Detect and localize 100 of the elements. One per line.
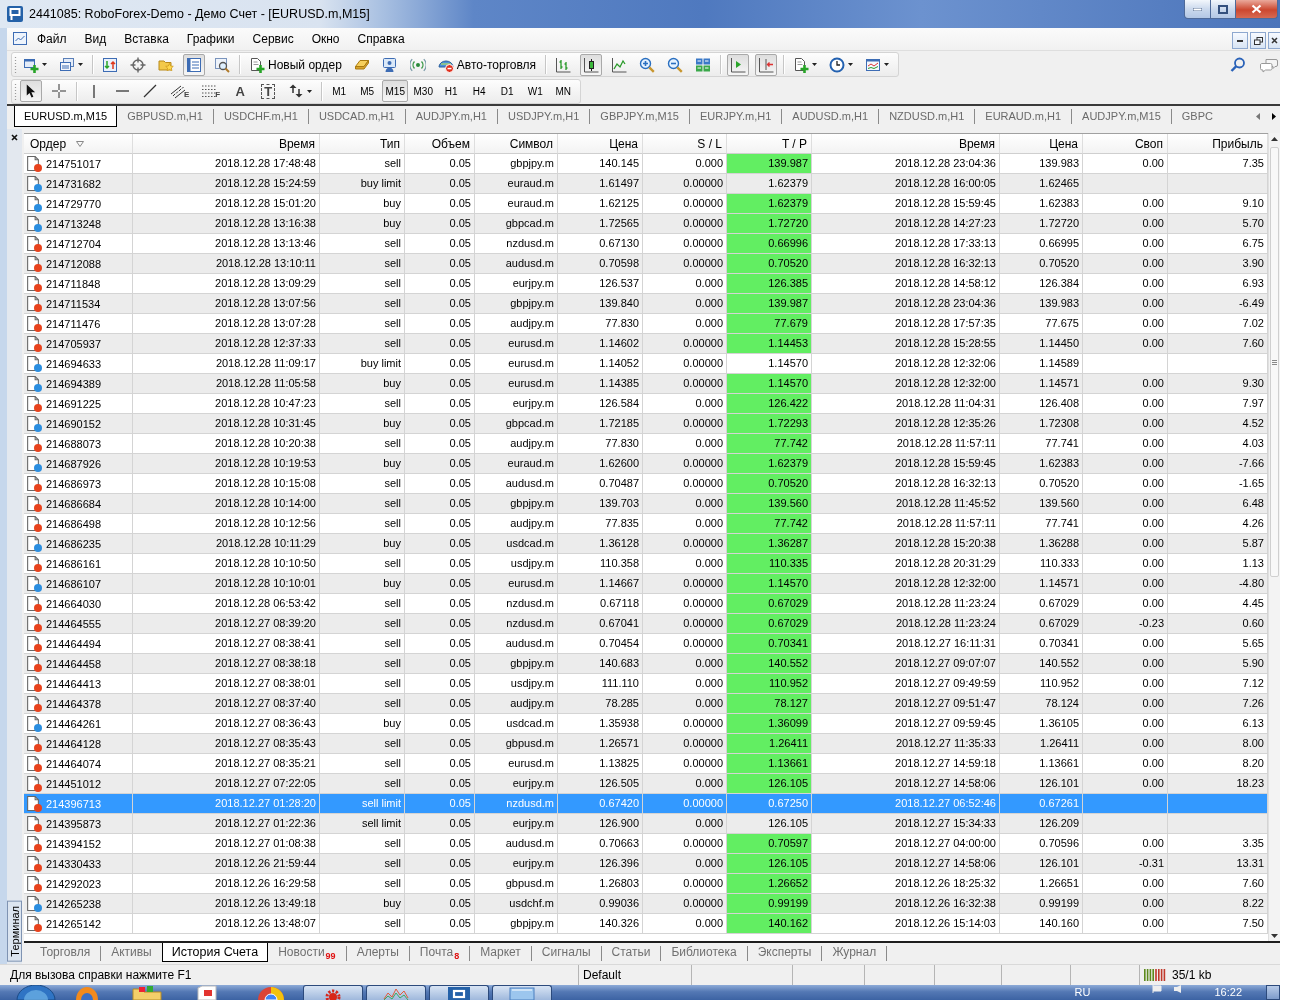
panel-tab[interactable]: Сигналы bbox=[531, 943, 601, 962]
chart-tab[interactable]: AUDJPY.m,M15 bbox=[1072, 106, 1171, 127]
table-row[interactable]: 214464555 2018.12.27 08:39:20 sell 0.05 nzdusd.m 0.67041 0.00000 0.67029 2018.12.28 11:23:24 0.67029 -0.23 0.60 bbox=[24, 614, 1268, 634]
chat-icon[interactable] bbox=[1260, 56, 1278, 73]
column-header[interactable]: Цена bbox=[1000, 134, 1083, 154]
chart-tab[interactable]: EURJPY.m,H1 bbox=[690, 106, 782, 127]
column-header[interactable]: Ордер bbox=[24, 134, 133, 154]
toolbar-button[interactable]: E bbox=[167, 80, 193, 102]
table-row[interactable]: 214464458 2018.12.27 08:38:18 sell 0.05 gbpjpy.m 140.683 0.000 140.552 2018.12.27 09:07:07 140.552 0.00 5.90 bbox=[24, 654, 1268, 674]
close-button[interactable] bbox=[1235, 0, 1278, 19]
flag-icon[interactable] bbox=[1152, 985, 1163, 993]
close-icon[interactable] bbox=[11, 134, 18, 141]
toolbar-button[interactable]: Авто-торговля bbox=[434, 53, 540, 76]
restore-button[interactable] bbox=[1250, 32, 1266, 49]
table-row[interactable]: 214464378 2018.12.27 08:37:40 sell 0.05 audjpy.m 78.285 0.000 78.127 2018.12.27 09:51:47 78.124 0.00 7.26 bbox=[24, 694, 1268, 714]
panel-tab[interactable]: История Счета bbox=[161, 943, 269, 962]
chart-tab[interactable]: NZDUSD.m,H1 bbox=[879, 106, 975, 127]
timeframe-button[interactable]: MN bbox=[550, 80, 577, 102]
table-row[interactable]: 214694389 2018.12.28 11:05:58 buy 0.05 eurusd.m 1.14385 0.00000 1.14570 2018.12.28 12:32:00 1.14571 0.00 9.30 bbox=[24, 374, 1268, 394]
menu-item[interactable]: Окно bbox=[302, 30, 349, 48]
table-row[interactable]: 214395873 2018.12.27 01:22:36 sell limit 0.05 eurjpy.m 126.900 0.000 126.105 2018.12.27 15:34:33 126.209 bbox=[24, 814, 1268, 834]
panel-tab[interactable]: Маркет bbox=[470, 943, 531, 962]
chart-tab[interactable]: USDCAD.m,H1 bbox=[308, 106, 405, 127]
table-row[interactable]: 214731682 2018.12.28 15:24:59 buy limit 0.05 euraud.m 1.61497 0.00000 1.62379 2018.12.28 16:00:05 1.62465 bbox=[24, 174, 1268, 194]
toolbar-button[interactable] bbox=[755, 53, 778, 76]
folder-icon[interactable] bbox=[131, 985, 163, 1000]
panel-tab[interactable]: Журнал bbox=[822, 943, 887, 962]
close-button[interactable] bbox=[1268, 32, 1280, 49]
toolbar-button[interactable] bbox=[727, 53, 750, 76]
scroll-up-icon[interactable] bbox=[1271, 137, 1278, 141]
timeframe-button[interactable]: W1 bbox=[522, 80, 549, 102]
menu-item[interactable]: Справка bbox=[348, 30, 414, 48]
column-header[interactable]: T / P bbox=[727, 134, 812, 154]
toolbar-button[interactable]: Новый ордер bbox=[246, 53, 345, 76]
chart-tab[interactable]: EURUSD.m,M15 bbox=[14, 106, 118, 127]
timeframe-button[interactable]: M5 bbox=[354, 80, 381, 102]
search-icon[interactable] bbox=[1230, 56, 1246, 73]
toolbar-button[interactable]: A bbox=[229, 80, 252, 102]
table-row[interactable]: 214265238 2018.12.26 13:49:18 buy 0.05 usdchf.m 0.99036 0.00000 0.99199 2018.12.26 16:32:38 0.99199 0.00 8.22 bbox=[24, 894, 1268, 914]
scrollbar-thumb[interactable] bbox=[1270, 147, 1279, 577]
table-row[interactable]: 214711534 2018.12.28 13:07:56 sell 0.05 gbpjpy.m 139.840 0.000 139.987 2018.12.28 23:04:36 139.983 0.00 -6.49 bbox=[24, 294, 1268, 314]
toolbar-button[interactable]: T bbox=[257, 80, 280, 102]
table-row[interactable]: 214705937 2018.12.28 12:37:33 sell 0.05 eurusd.m 1.14602 0.00000 1.14453 2018.12.28 15:28:55 1.14450 0.00 7.60 bbox=[24, 334, 1268, 354]
column-header[interactable]: Объем bbox=[405, 134, 475, 154]
timeframe-button[interactable]: H1 bbox=[438, 80, 465, 102]
column-header[interactable]: Цена bbox=[558, 134, 643, 154]
toolbar-button[interactable]: F bbox=[198, 80, 224, 102]
chart-tab[interactable]: USDCHF.m,H1 bbox=[213, 106, 308, 127]
column-header[interactable]: Прибыль bbox=[1168, 134, 1268, 154]
table-row[interactable]: 214686235 2018.12.28 10:11:29 buy 0.05 usdcad.m 1.36128 0.00000 1.36287 2018.12.28 15:20:38 1.36288 0.00 5.87 bbox=[24, 534, 1268, 554]
chart-tab[interactable]: AUDUSD.m,H1 bbox=[782, 106, 879, 127]
timeframe-button[interactable]: H4 bbox=[466, 80, 493, 102]
panel-tab[interactable]: Эксперты bbox=[747, 943, 822, 962]
column-header[interactable]: Время bbox=[133, 134, 320, 154]
panel-tab[interactable]: Торговля bbox=[30, 943, 101, 962]
minimize-button[interactable] bbox=[1232, 32, 1248, 49]
taskbar-button[interactable] bbox=[366, 985, 426, 1000]
menu-item[interactable]: Сервис bbox=[243, 30, 303, 48]
chart-tab[interactable]: GBPC bbox=[1171, 106, 1223, 127]
maximize-button[interactable] bbox=[1210, 0, 1236, 19]
chart-tab[interactable]: EURAUD.m,H1 bbox=[975, 106, 1072, 127]
toolbar-button[interactable] bbox=[580, 53, 603, 76]
grip-icon[interactable] bbox=[14, 55, 17, 74]
scroll-left-icon[interactable] bbox=[1256, 113, 1260, 120]
scroll-right-icon[interactable] bbox=[1272, 113, 1276, 120]
toolbar-button[interactable] bbox=[20, 80, 42, 102]
table-row[interactable]: 214713248 2018.12.28 13:16:38 buy 0.05 gbpcad.m 1.72565 0.00000 1.72720 2018.12.28 14:27:23 1.72720 0.00 5.70 bbox=[24, 214, 1268, 234]
menu-item[interactable]: Файл bbox=[28, 30, 76, 48]
table-row[interactable]: 214690152 2018.12.28 10:31:45 buy 0.05 gbpcad.m 1.72185 0.00000 1.72293 2018.12.28 12:35:26 1.72308 0.00 4.52 bbox=[24, 414, 1268, 434]
menu-item[interactable]: Вид bbox=[75, 30, 116, 48]
timeframe-button[interactable]: M15 bbox=[382, 80, 409, 102]
taskbar-button[interactable] bbox=[303, 985, 363, 1000]
table-row[interactable]: 214330433 2018.12.26 21:59:44 sell 0.05 eurjpy.m 126.396 0.000 126.105 2018.12.27 14:58:06 126.101 -0.31 13.31 bbox=[24, 854, 1268, 874]
table-row[interactable]: 214686107 2018.12.28 10:10:01 buy 0.05 eurusd.m 1.14667 0.00000 1.14570 2018.12.28 12:32:00 1.14571 0.00 -4.80 bbox=[24, 574, 1268, 594]
start-orb-icon[interactable] bbox=[16, 985, 56, 1000]
column-header[interactable]: Тип bbox=[320, 134, 405, 154]
scroll-down-icon[interactable] bbox=[1271, 934, 1278, 938]
table-row[interactable]: 214451012 2018.12.27 07:22:05 sell 0.05 eurjpy.m 126.505 0.000 126.105 2018.12.27 14:58:06 126.101 0.00 18.23 bbox=[24, 774, 1268, 794]
timeframe-button[interactable]: M30 bbox=[410, 80, 437, 102]
language-indicator[interactable]: RU bbox=[1074, 985, 1091, 999]
table-row[interactable]: 214712088 2018.12.28 13:10:11 sell 0.05 audusd.m 0.70598 0.00000 0.70520 2018.12.28 16:32:13 0.70520 0.00 3.90 bbox=[24, 254, 1268, 274]
menu-item[interactable]: Вставка bbox=[115, 30, 178, 48]
clock[interactable]: 16:22 bbox=[1214, 985, 1242, 999]
grip-icon[interactable] bbox=[14, 81, 17, 101]
panel-tab[interactable]: Алерты bbox=[346, 943, 409, 962]
column-header[interactable]: Символ bbox=[475, 134, 558, 154]
column-header[interactable]: Время bbox=[812, 134, 1000, 154]
chart-tab[interactable]: AUDJPY.m,H1 bbox=[405, 106, 497, 127]
column-header[interactable]: S / L bbox=[643, 134, 727, 154]
wheel-icon[interactable] bbox=[257, 985, 285, 1000]
panel-tab[interactable]: Активы bbox=[101, 943, 162, 962]
table-row[interactable]: 214464128 2018.12.27 08:35:43 sell 0.05 gbpusd.m 1.26571 0.00000 1.26411 2018.12.27 11:35:33 1.26411 0.00 8.00 bbox=[24, 734, 1268, 754]
timeframe-button[interactable]: M1 bbox=[326, 80, 353, 102]
table-row[interactable]: 214687926 2018.12.28 10:19:53 buy 0.05 euraud.m 1.62600 0.00000 1.62379 2018.12.28 15:59:45 1.62383 0.00 -7.66 bbox=[24, 454, 1268, 474]
taskbar-button[interactable] bbox=[492, 985, 552, 1000]
menu-item[interactable]: Графики bbox=[177, 30, 244, 48]
panel-tab[interactable]: Статьи bbox=[601, 943, 661, 962]
panel-tab[interactable]: Библиотека bbox=[661, 943, 747, 962]
show-desktop-button[interactable] bbox=[1266, 985, 1280, 1000]
table-row[interactable]: 214265142 2018.12.26 13:48:07 sell 0.05 gbpjpy.m 140.326 0.000 140.162 2018.12.26 15:14:03 140.160 0.00 7.50 bbox=[24, 914, 1268, 934]
